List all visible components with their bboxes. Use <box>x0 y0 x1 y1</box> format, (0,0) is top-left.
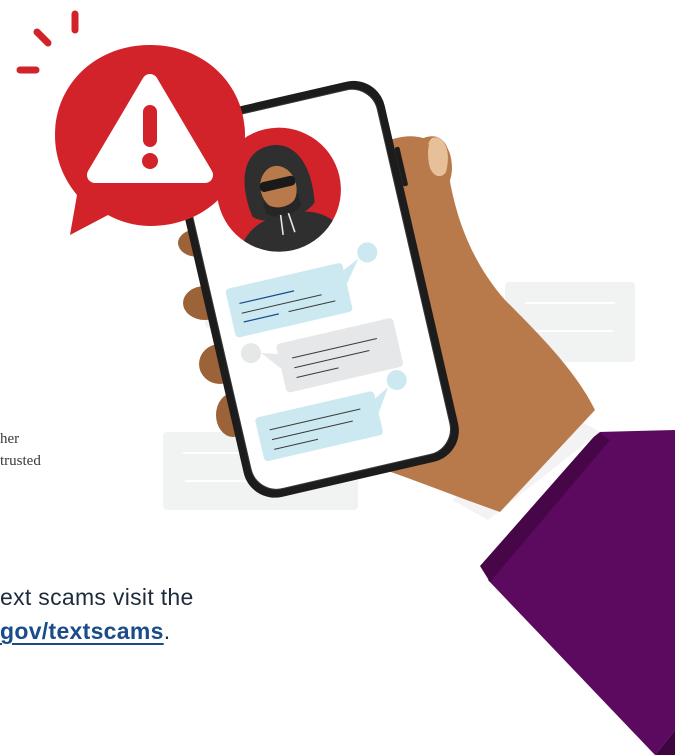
scam-phone-illustration <box>16 10 675 755</box>
illustration-stage: her trusted ext scams visit the gov/text… <box>0 0 675 755</box>
warning-triangle-icon <box>16 10 245 235</box>
